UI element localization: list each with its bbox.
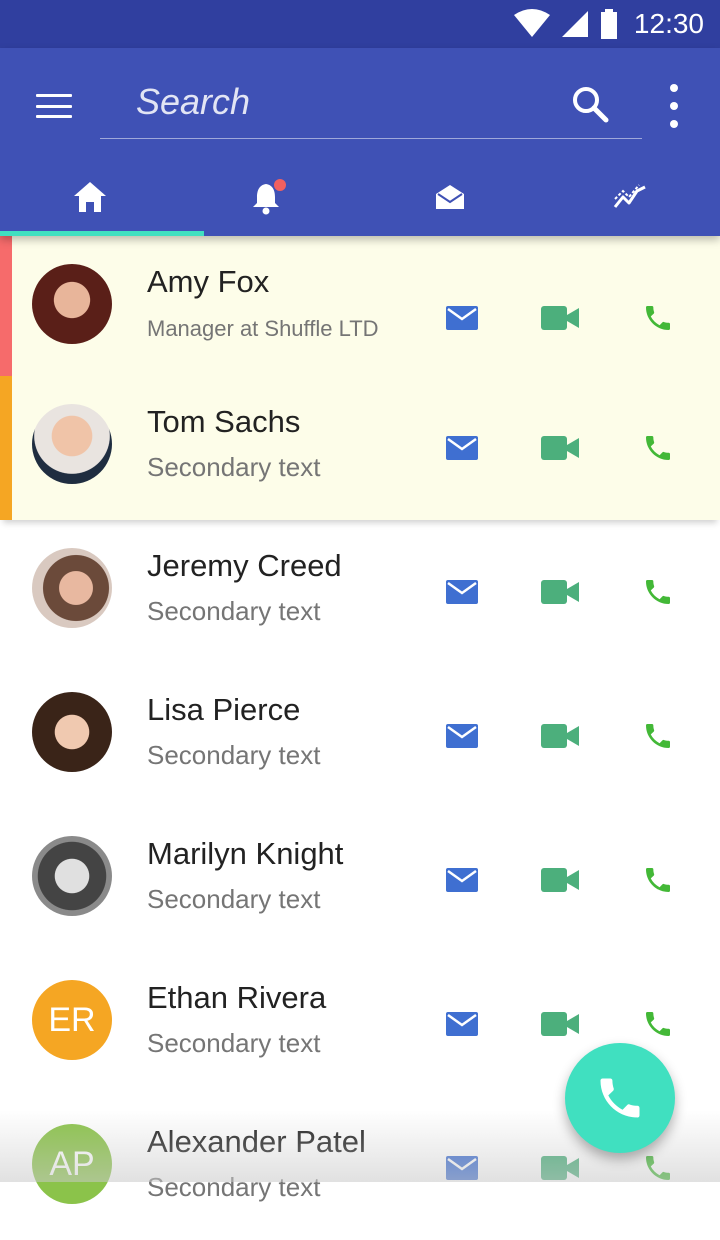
phone-call-button[interactable]: [636, 714, 680, 758]
list-item[interactable]: Amy Fox Manager at Shuffle LTD: [0, 236, 720, 376]
search-icon[interactable]: [570, 84, 610, 124]
contact-subtitle: Secondary text: [147, 452, 321, 482]
email-button[interactable]: [440, 1002, 484, 1046]
mail-icon: [446, 1012, 478, 1036]
priority-stripe: [0, 376, 12, 520]
video-call-button[interactable]: [538, 1146, 582, 1190]
phone-icon: [646, 724, 670, 748]
video-camera-icon: [541, 1012, 579, 1036]
phone-call-button[interactable]: [636, 570, 680, 614]
list-item[interactable]: Tom Sachs Secondary text: [0, 376, 720, 520]
call-fab-button[interactable]: [565, 1043, 675, 1153]
phone-call-button[interactable]: [636, 1146, 680, 1190]
phone-call-button[interactable]: [636, 1002, 680, 1046]
email-button[interactable]: [440, 570, 484, 614]
list-item[interactable]: Marilyn Knight Secondary text: [0, 808, 720, 952]
avatar: [32, 836, 112, 916]
video-camera-icon: [541, 724, 579, 748]
contact-name: Jeremy Creed: [147, 548, 342, 583]
phone-icon: [646, 306, 670, 330]
tab-notifications[interactable]: [180, 158, 360, 236]
mail-icon: [446, 436, 478, 460]
email-button[interactable]: [440, 714, 484, 758]
mail-icon: [446, 1156, 478, 1180]
phone-call-button[interactable]: [636, 858, 680, 902]
tab-bar: [0, 158, 720, 236]
avatar: ER: [32, 980, 112, 1060]
video-call-button[interactable]: [538, 1002, 582, 1046]
tab-analytics[interactable]: [540, 158, 720, 236]
video-camera-icon: [541, 580, 579, 604]
status-time: 12:30: [633, 8, 704, 39]
contact-subtitle: Secondary text: [147, 596, 321, 626]
trending-icon: [613, 184, 646, 208]
avatar: [32, 548, 112, 628]
mail-open-icon: [436, 185, 464, 209]
avatar: AP: [32, 1124, 112, 1204]
email-button[interactable]: [440, 296, 484, 340]
search-field[interactable]: [100, 66, 642, 139]
notification-bell-icon: [253, 179, 286, 215]
priority-stripe: [0, 236, 12, 376]
app-bar: [0, 48, 720, 236]
list-item[interactable]: Lisa Pierce Secondary text: [0, 664, 720, 808]
status-bar: 12:30: [0, 0, 720, 48]
contact-subtitle: Manager at Shuffle LTD: [147, 316, 379, 341]
contact-name: Amy Fox: [147, 264, 270, 299]
phone-icon: [646, 436, 670, 460]
phone-icon: [646, 580, 670, 604]
contact-name: Ethan Rivera: [147, 980, 327, 1015]
contact-name: Tom Sachs: [147, 404, 301, 439]
list-item[interactable]: Jeremy Creed Secondary text: [0, 520, 720, 664]
avatar-initials: ER: [48, 1000, 96, 1039]
phone-call-button[interactable]: [636, 426, 680, 470]
battery-icon: [600, 9, 617, 39]
tab-indicator: [0, 231, 204, 236]
contact-name: Alexander Patel: [147, 1124, 366, 1159]
avatar: [32, 264, 112, 344]
contact-name: Lisa Pierce: [147, 692, 301, 727]
avatar: [32, 404, 112, 484]
contact-subtitle: Secondary text: [147, 884, 321, 914]
more-options-icon[interactable]: [660, 84, 688, 128]
phone-icon: [646, 1156, 670, 1180]
wifi-icon: [513, 9, 550, 37]
avatar-initials: AP: [49, 1144, 95, 1183]
video-call-button[interactable]: [538, 426, 582, 470]
mail-icon: [446, 868, 478, 892]
phone-call-button[interactable]: [636, 296, 680, 340]
search-input[interactable]: [134, 76, 558, 128]
cellular-signal-icon: [561, 11, 588, 37]
mail-icon: [446, 306, 478, 330]
video-call-button[interactable]: [538, 570, 582, 614]
menu-icon[interactable]: [36, 94, 72, 118]
email-button[interactable]: [440, 426, 484, 470]
contact-subtitle: Secondary text: [147, 740, 321, 770]
contact-subtitle: Secondary text: [147, 1028, 321, 1058]
tab-home[interactable]: [0, 158, 180, 236]
phone-icon: [600, 1078, 640, 1118]
video-camera-icon: [541, 868, 579, 892]
video-call-button[interactable]: [538, 714, 582, 758]
email-button[interactable]: [440, 858, 484, 902]
mail-icon: [446, 580, 478, 604]
phone-icon: [646, 868, 670, 892]
tab-messages[interactable]: [360, 158, 540, 236]
video-camera-icon: [541, 306, 579, 330]
contact-subtitle: Secondary text: [147, 1172, 321, 1202]
phone-icon: [646, 1012, 670, 1036]
contact-name: Marilyn Knight: [147, 836, 344, 871]
email-button[interactable]: [440, 1146, 484, 1190]
mail-icon: [446, 724, 478, 748]
video-camera-icon: [541, 436, 579, 460]
home-icon: [74, 182, 106, 212]
video-call-button[interactable]: [538, 858, 582, 902]
video-call-button[interactable]: [538, 296, 582, 340]
avatar: [32, 692, 112, 772]
video-camera-icon: [541, 1156, 579, 1180]
